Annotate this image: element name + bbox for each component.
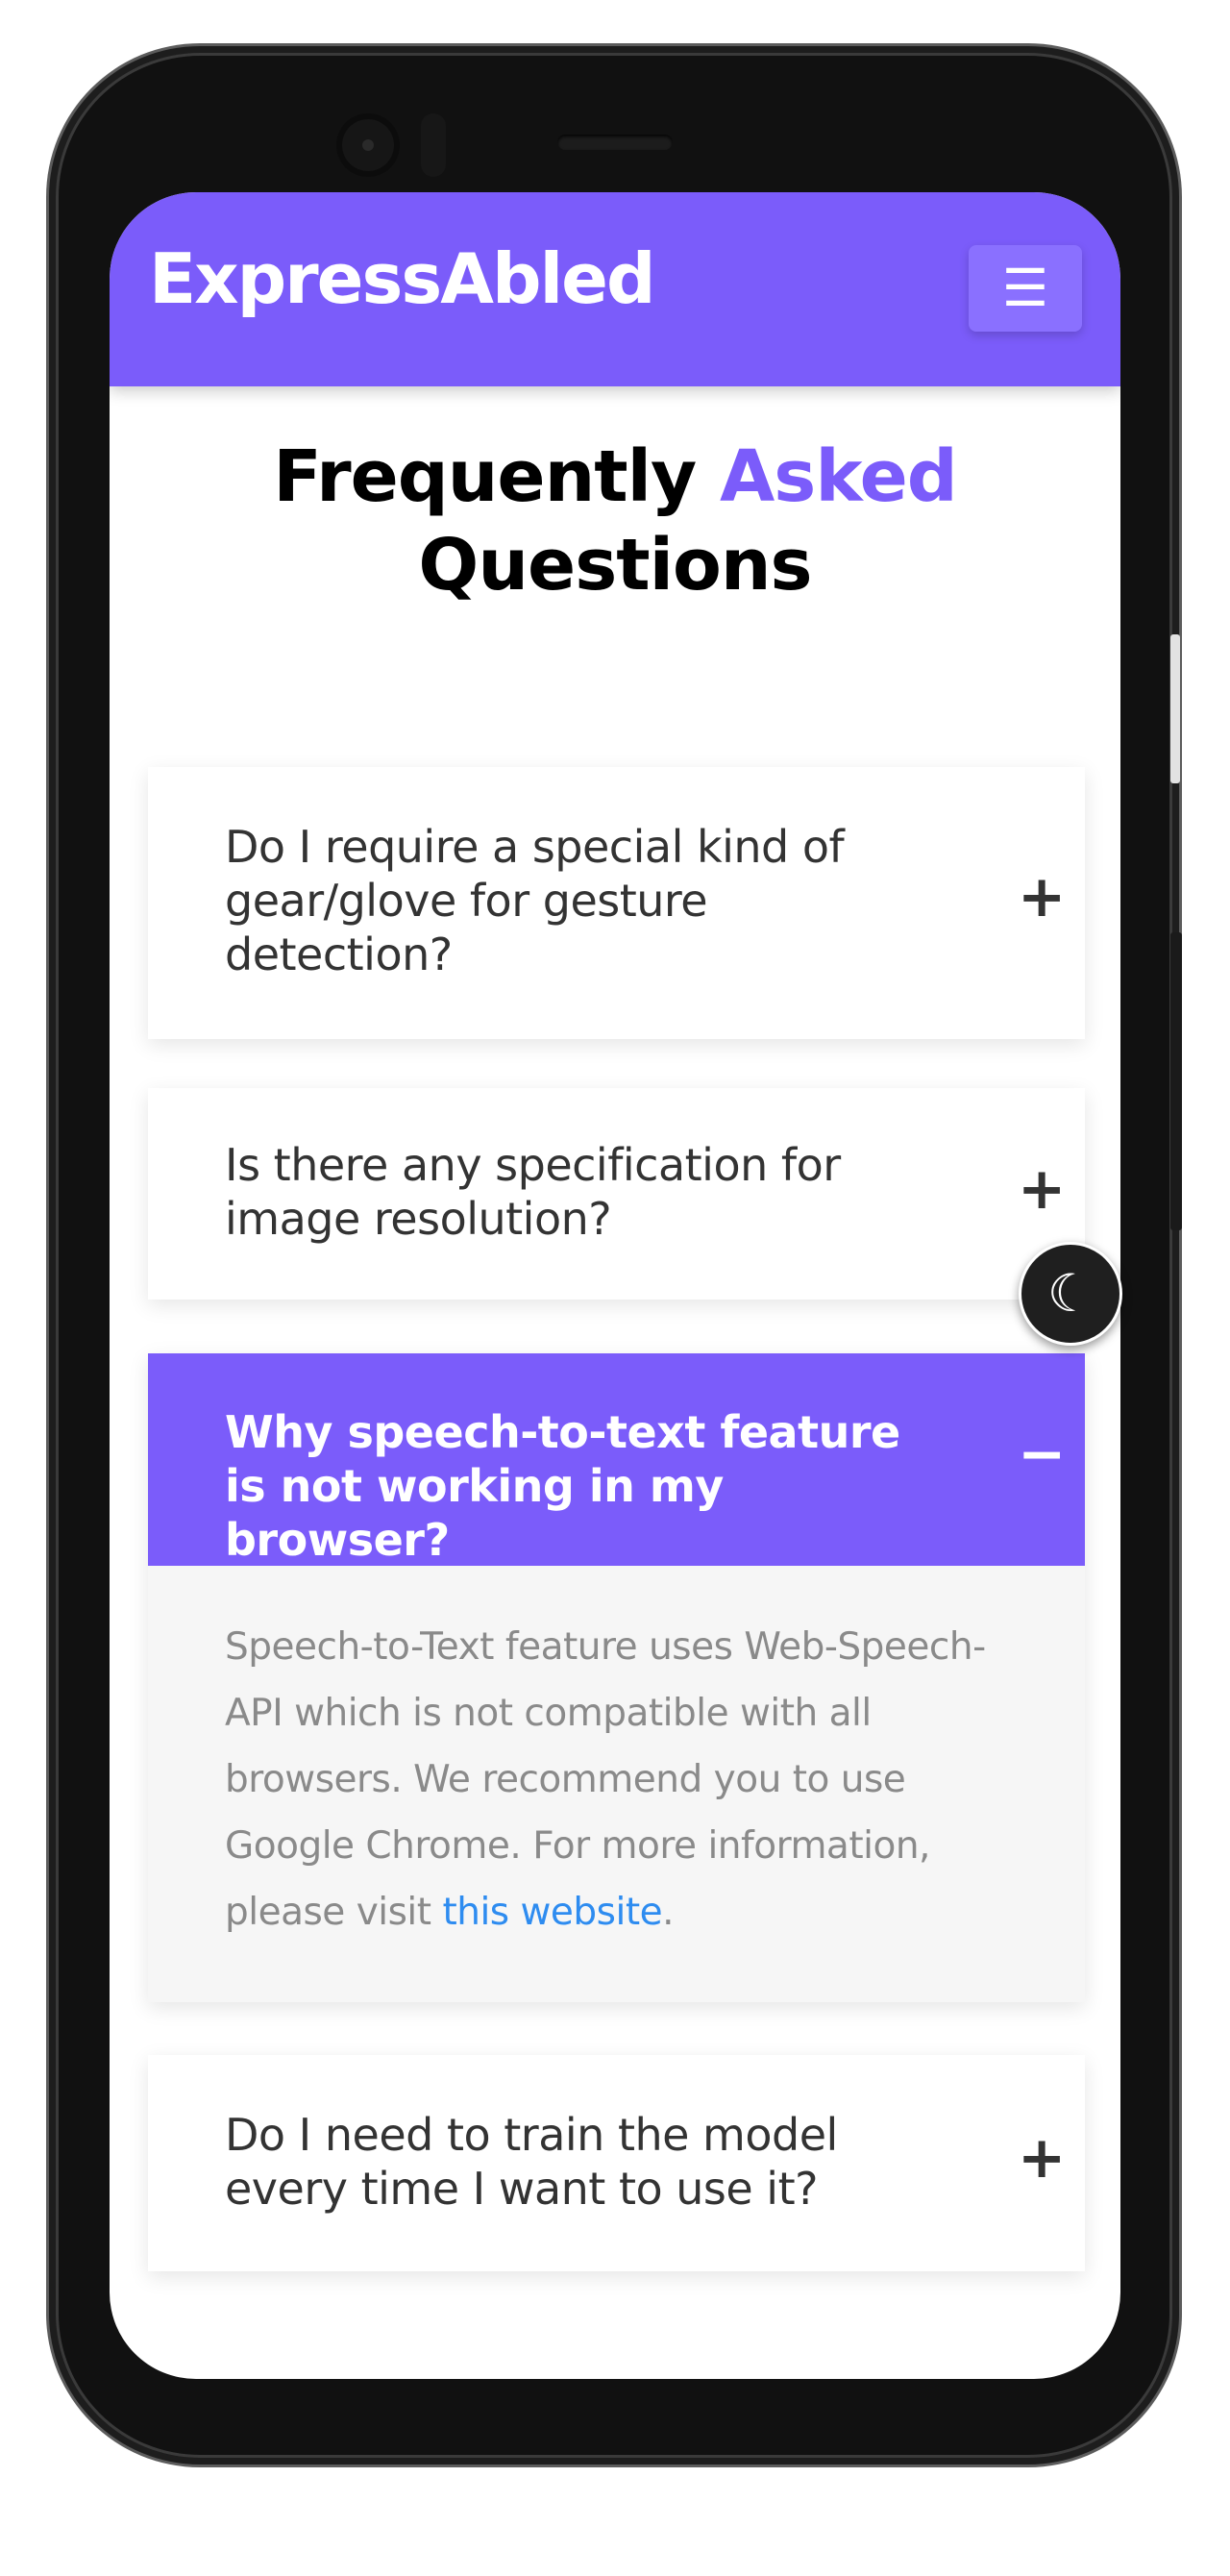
title-part1: Frequently — [273, 435, 721, 518]
faq-item[interactable]: Do I need to train the model every time … — [148, 2055, 1085, 2271]
phone-screen: ExpressAbled ☰ Frequently Asked Question… — [110, 192, 1120, 2379]
hamburger-icon: ☰ — [1001, 258, 1049, 318]
faq-question: Is there any specification for image res… — [225, 1139, 841, 1245]
proximity-sensor — [421, 113, 446, 177]
hamburger-menu-button[interactable]: ☰ — [969, 245, 1082, 332]
moon-icon: ☾ — [1046, 1263, 1095, 1324]
faq-item[interactable]: Do I require a special kind of gear/glov… — [148, 767, 1085, 1039]
title-part2: Questions — [418, 524, 812, 607]
faq-answer-text: Speech-to-Text feature uses Web-Speech-A… — [225, 1614, 994, 1945]
title-accent: Asked — [720, 435, 958, 518]
plus-icon[interactable]: + — [1018, 2124, 1066, 2192]
plus-icon[interactable]: + — [1018, 863, 1066, 930]
answer-end: . — [662, 1891, 675, 1934]
page-title: Frequently Asked Questions — [110, 433, 1120, 609]
faq-question: Do I need to train the model every time … — [225, 2109, 838, 2215]
plus-icon[interactable]: + — [1018, 1155, 1066, 1223]
faq-question: Do I require a special kind of gear/glov… — [225, 821, 845, 980]
minus-icon[interactable]: − — [1018, 1421, 1066, 1488]
earpiece-speaker — [557, 135, 673, 150]
phone-volume-button — [1170, 932, 1182, 1230]
dark-mode-toggle[interactable]: ☾ — [1019, 1242, 1122, 1346]
answer-link[interactable]: this website — [442, 1891, 662, 1934]
faq-item-expanded[interactable]: Why speech-to-text feature is not workin… — [148, 1353, 1085, 2002]
phone-power-button — [1170, 634, 1180, 783]
front-camera — [336, 113, 400, 177]
brand-logo[interactable]: ExpressAbled — [149, 238, 656, 319]
faq-question: Why speech-to-text feature is not workin… — [225, 1406, 900, 1566]
navbar: ExpressAbled ☰ — [110, 192, 1120, 386]
answer-body: Speech-to-Text feature uses Web-Speech-A… — [225, 1625, 986, 1934]
page-stage: ExpressAbled ☰ Frequently Asked Question… — [0, 0, 1230, 2576]
faq-answer: Speech-to-Text feature uses Web-Speech-A… — [148, 1566, 1085, 2002]
faq-item[interactable]: Is there any specification for image res… — [148, 1088, 1085, 1300]
